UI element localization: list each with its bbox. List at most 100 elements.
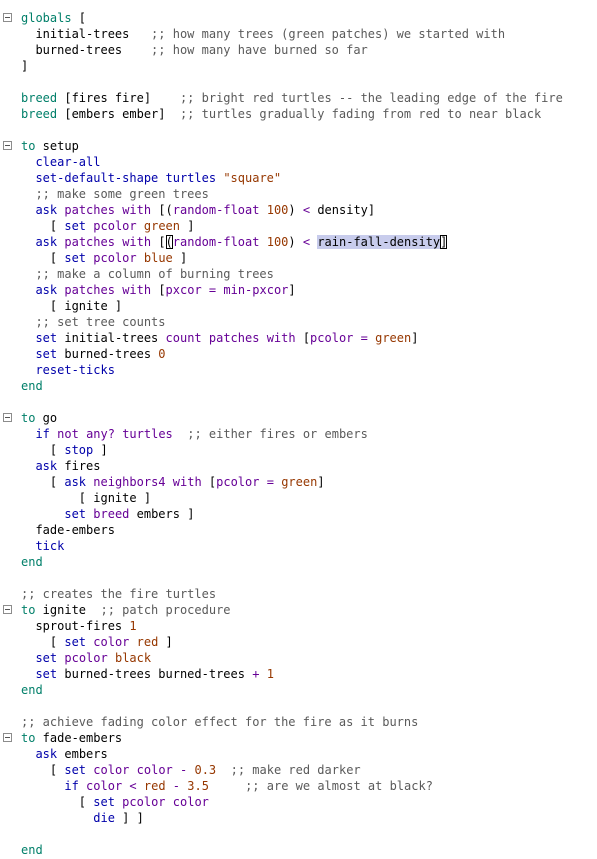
code-line[interactable]: ask patches with [pxcor = min-pxcor]: [0, 282, 597, 298]
code-line[interactable]: sprout-fires 1: [0, 618, 597, 634]
code-token: ;; creates the fire turtles: [21, 587, 217, 601]
code-text: burned-trees ;; how many have burned so …: [21, 42, 367, 58]
code-line[interactable]: if color < red - 3.5 ;; are we almost at…: [0, 778, 597, 794]
fold-toggle-icon[interactable]: [3, 141, 12, 150]
code-line[interactable]: burned-trees ;; how many have burned so …: [0, 42, 597, 58]
code-line[interactable]: end: [0, 682, 597, 698]
code-token: green: [281, 475, 318, 489]
code-line[interactable]: ;; make some green trees: [0, 186, 597, 202]
code-token: pcolor: [216, 475, 260, 489]
code-line[interactable]: [ set pcolor green ]: [0, 218, 597, 234]
code-line[interactable]: breed [embers ember] ;; turtles graduall…: [0, 106, 597, 122]
code-token: ]: [317, 475, 325, 489]
code-line[interactable]: to setup: [0, 138, 597, 154]
code-token: to: [21, 411, 36, 425]
code-editor[interactable]: globals [ initial-trees ;; how many tree…: [0, 0, 597, 859]
code-line[interactable]: set initial-trees count patches with [pc…: [0, 330, 597, 346]
code-token: [: [21, 219, 65, 233]
code-line[interactable]: to ignite ;; patch procedure: [0, 602, 597, 618]
fold-toggle-icon[interactable]: [3, 733, 12, 742]
code-line[interactable]: ask patches with [(random-float 100) < d…: [0, 202, 597, 218]
code-line[interactable]: globals [: [0, 10, 597, 26]
code-token: if: [35, 427, 50, 441]
code-line[interactable]: set burned-trees 0: [0, 346, 597, 362]
code-line[interactable]: ask fires: [0, 458, 597, 474]
code-token: with: [266, 331, 296, 345]
code-token: 3.5: [187, 779, 209, 793]
code-token: clear-all: [35, 155, 101, 169]
code-line[interactable]: clear-all: [0, 154, 597, 170]
code-line[interactable]: [ ignite ]: [0, 298, 597, 314]
code-line[interactable]: [ set pcolor color: [0, 794, 597, 810]
code-line[interactable]: ;; achieve fading color effect for the f…: [0, 714, 597, 730]
code-line[interactable]: ;; set tree counts: [0, 314, 597, 330]
fold-toggle-icon[interactable]: [3, 605, 12, 614]
code-token: patches: [64, 283, 115, 297]
code-token: globals: [21, 11, 72, 25]
code-line[interactable]: [ set color color - 0.3 ;; make red dark…: [0, 762, 597, 778]
code-line[interactable]: [0, 122, 597, 138]
code-token: [: [21, 763, 65, 777]
code-token: pcolor: [122, 795, 166, 809]
code-line[interactable]: [0, 74, 597, 90]
code-token: ): [288, 235, 303, 249]
code-line[interactable]: end: [0, 842, 597, 858]
code-line[interactable]: [0, 394, 597, 410]
code-line[interactable]: tick: [0, 538, 597, 554]
code-line[interactable]: end: [0, 378, 597, 394]
code-token: die: [93, 811, 115, 825]
fold-toggle-icon[interactable]: [3, 413, 12, 422]
code-line[interactable]: if not any? turtles ;; either fires or e…: [0, 426, 597, 442]
code-line[interactable]: ask embers: [0, 746, 597, 762]
code-line[interactable]: initial-trees ;; how many trees (green p…: [0, 26, 597, 42]
code-line[interactable]: [ set pcolor blue ]: [0, 250, 597, 266]
code-token: -: [172, 779, 181, 793]
code-text: ;; make a column of burning trees: [21, 266, 273, 282]
code-line[interactable]: ]: [0, 58, 597, 74]
code-text: to go: [21, 410, 57, 426]
code-line[interactable]: reset-ticks: [0, 362, 597, 378]
code-line[interactable]: [ stop ]: [0, 442, 597, 458]
code-token: embers: [57, 747, 108, 761]
code-line[interactable]: set burned-trees burned-trees + 1: [0, 666, 597, 682]
code-text: set pcolor black: [21, 650, 151, 666]
code-line[interactable]: [ ignite ]: [0, 490, 597, 506]
code-text: ;; achieve fading color effect for the f…: [21, 714, 418, 730]
code-line[interactable]: ;; make a column of burning trees: [0, 266, 597, 282]
code-token: turtles: [165, 171, 217, 185]
code-token: ;; how many trees (green patches) we sta…: [151, 27, 506, 41]
fold-toggle-icon[interactable]: [3, 13, 12, 22]
code-line[interactable]: set pcolor black: [0, 650, 597, 666]
code-token: to: [21, 731, 36, 745]
code-token: <: [302, 235, 311, 249]
code-line[interactable]: [0, 826, 597, 842]
code-token: patches: [208, 331, 260, 345]
code-token: [: [71, 11, 87, 25]
code-line[interactable]: fade-embers: [0, 522, 597, 538]
code-line[interactable]: to fade-embers: [0, 730, 597, 746]
code-token: ] ]: [114, 811, 144, 825]
code-token: ask: [35, 203, 58, 217]
code-line[interactable]: set breed embers ]: [0, 506, 597, 522]
code-token: [ ignite ]: [21, 299, 123, 313]
code-token: pcolor: [310, 331, 354, 345]
code-line[interactable]: end: [0, 554, 597, 570]
code-line[interactable]: [0, 570, 597, 586]
code-line[interactable]: ;; creates the fire turtles: [0, 586, 597, 602]
code-line[interactable]: die ] ]: [0, 810, 597, 826]
code-line[interactable]: to go: [0, 410, 597, 426]
code-line[interactable]: set-default-shape turtles "square": [0, 170, 597, 186]
code-line[interactable]: [ ask neighbors4 with [pcolor = green]: [0, 474, 597, 490]
code-line[interactable]: ask patches with [(random-float 100) < r…: [0, 234, 597, 250]
code-line[interactable]: [0, 698, 597, 714]
code-token: ]: [158, 635, 173, 649]
code-line[interactable]: breed [fires fire] ;; bright red turtles…: [0, 90, 597, 106]
code-line[interactable]: [ set color red ]: [0, 634, 597, 650]
